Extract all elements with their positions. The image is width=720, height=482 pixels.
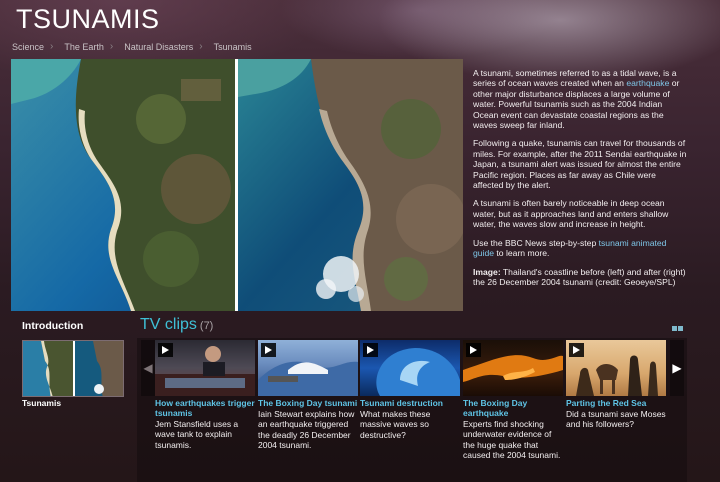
clip-card[interactable]: The Boxing Day tsunami Iain Stewart expl… [258,340,358,450]
clip-card[interactable]: How earthquakes trigger tsunamis Jem Sta… [155,340,255,450]
clip-card[interactable]: Tsunami destruction What makes these mas… [360,340,460,440]
play-icon[interactable] [158,343,173,357]
play-icon[interactable] [363,343,378,357]
play-icon[interactable] [569,343,584,357]
clip-title[interactable]: The Boxing Day tsunami [258,398,358,408]
clip-thumbnail[interactable] [258,340,358,396]
image-caption: Image: Thailand's coastline before (left… [473,266,686,287]
page-title: TSUNAMIS [16,4,160,34]
article-paragraph: A tsunami is often barely noticeable in … [473,198,669,230]
article-paragraph: Use the BBC News step-by-step tsunami an… [473,237,667,259]
chevron-right-icon: › [199,41,203,52]
play-icon[interactable] [466,343,481,357]
breadcrumb-item-science[interactable]: Science › [12,41,58,52]
earthquake-link[interactable]: earthquake [626,78,669,88]
breadcrumb-item-the-earth[interactable]: The Earth › [64,41,118,52]
clip-description: Jem Stansfield uses a wave tank to expla… [155,419,239,450]
clip-description: What makes these massive waves so destru… [360,409,431,440]
article-text: A tsunami, sometimes referred to as a ti… [473,68,687,295]
clip-description: Iain Stewart explains how an earthquake … [258,409,355,450]
article-paragraph: Following a quake, tsunamis can travel f… [473,138,687,191]
clip-thumbnail[interactable] [155,340,255,396]
tv-clips-heading: TV clips (7) [140,316,214,333]
chevron-left-icon[interactable]: ◀ [141,340,155,396]
clip-description: Experts find shocking underwater evidenc… [463,419,561,460]
clip-description: Did a tsunami save Moses and his followe… [566,409,666,430]
clip-thumbnail[interactable] [360,340,460,396]
clip-title[interactable]: How earthquakes trigger tsunamis [155,398,255,418]
play-icon[interactable] [261,343,276,357]
clip-title[interactable]: Tsunami destruction [360,398,460,408]
chevron-right-icon: › [109,41,114,52]
article-paragraph: A tsunami, sometimes referred to as a ti… [473,68,680,131]
clip-card[interactable]: Parting the Red Sea Did a tsunami save M… [566,340,666,430]
breadcrumb-item-tsunamis: Tsunamis [213,41,252,52]
introduction-caption[interactable]: Tsunamis [22,398,61,408]
coastline-comparison-image [11,59,463,311]
chevron-right-icon[interactable]: ▶ [670,340,684,396]
clip-thumbnail[interactable] [566,340,666,396]
breadcrumb-item-natural-disasters[interactable]: Natural Disasters › [124,41,207,52]
clips-count: (7) [199,320,214,332]
clip-title[interactable]: Parting the Red Sea [566,398,666,408]
clip-card[interactable]: The Boxing Day earthquake Experts find s… [463,340,563,460]
grid-view-icon[interactable] [672,326,683,331]
breadcrumb: Science › The Earth › Natural Disasters › T… [12,41,258,52]
clip-thumbnail[interactable] [463,340,563,396]
chevron-right-icon: › [50,41,54,52]
introduction-heading: Introduction [22,320,84,332]
introduction-thumbnail[interactable] [22,340,124,397]
clip-title[interactable]: The Boxing Day earthquake [463,398,563,418]
